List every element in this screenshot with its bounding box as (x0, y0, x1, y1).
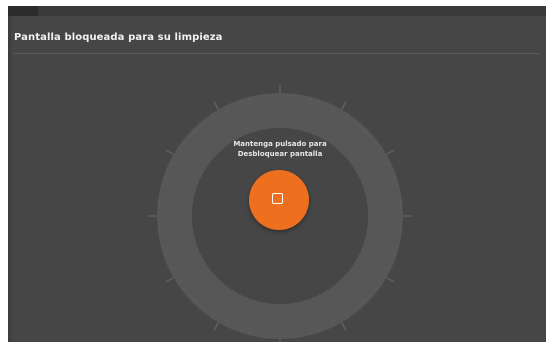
top-bar (8, 6, 546, 16)
page-title: Pantalla bloqueada para su limpieza (14, 32, 223, 43)
ring-tick (341, 101, 347, 110)
ring-tick (165, 277, 174, 283)
hold-to-unlock-button[interactable] (249, 170, 309, 230)
ring-tick (341, 322, 347, 331)
ring-tick (213, 322, 219, 331)
stop-square-icon (272, 193, 283, 204)
ring-tick (165, 149, 174, 155)
title-divider (14, 53, 540, 54)
ring-tick (386, 149, 395, 155)
ring-tick (386, 277, 395, 283)
lock-screen: Pantalla bloqueada para su limpieza Mant… (8, 6, 546, 342)
unlock-instruction: Mantenga pulsado para Desbloquear pantal… (219, 139, 341, 159)
top-bar-tab (8, 6, 38, 16)
left-edge-strip (8, 16, 11, 342)
unlock-instruction-line-1: Mantenga pulsado para (233, 140, 327, 148)
ring-tick (213, 101, 219, 110)
unlock-instruction-line-2: Desbloquear pantalla (237, 150, 323, 158)
